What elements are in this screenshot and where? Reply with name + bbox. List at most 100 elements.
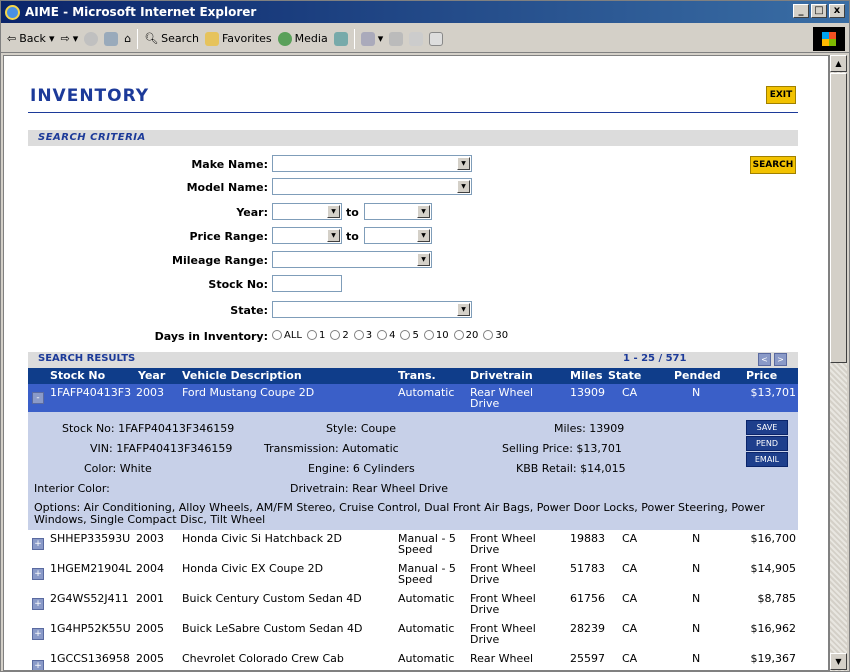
days-radio-1[interactable]: 1: [306, 330, 325, 341]
search-button[interactable]: 🔍︎ Search: [144, 32, 199, 45]
chevron-down-icon: ▼: [327, 205, 340, 218]
table-row[interactable]: + 1G4HP52K55U 2005 Buick LeSabre Custom …: [28, 620, 798, 648]
col-pended[interactable]: Pended: [674, 369, 721, 382]
stop-button[interactable]: [84, 31, 99, 46]
chevron-down-icon: ▼: [457, 180, 470, 193]
exit-button[interactable]: EXIT: [766, 86, 796, 104]
print-button[interactable]: [389, 31, 404, 46]
history-icon: [333, 31, 348, 46]
expand-toggle[interactable]: +: [32, 568, 44, 580]
days-radio-20[interactable]: 20: [453, 330, 478, 341]
table-row[interactable]: + 1GCCS136958 2005 Chevrolet Colorado Cr…: [28, 650, 798, 670]
results-count: 1 - 25 / 571: [623, 353, 687, 364]
search-criteria-header: SEARCH CRITERIA: [28, 130, 798, 146]
collapse-toggle[interactable]: -: [32, 392, 44, 404]
expand-toggle[interactable]: +: [32, 628, 44, 640]
expand-toggle[interactable]: +: [32, 660, 44, 670]
days-label: Days in Inventory:: [154, 330, 268, 343]
save-button[interactable]: SAVE: [746, 420, 788, 435]
mail-button[interactable]: ▾: [360, 31, 383, 46]
edit-button[interactable]: [409, 31, 424, 46]
next-page-button[interactable]: >: [774, 353, 787, 366]
prev-page-button[interactable]: <: [758, 353, 771, 366]
make-select[interactable]: ▼: [272, 155, 472, 172]
expand-toggle[interactable]: +: [32, 538, 44, 550]
price-label: Price Range:: [189, 230, 268, 243]
browser-window: AIME - Microsoft Internet Explorer _ □ x…: [0, 0, 850, 672]
toolbar-separator: [353, 28, 355, 49]
forward-button[interactable]: ⇨ ▾: [60, 32, 78, 45]
row-detail-panel: Stock No: 1FAFP40413F346159 VIN: 1FAFP40…: [28, 412, 798, 530]
chevron-down-icon: ▼: [457, 303, 470, 316]
mileage-select[interactable]: ▼: [272, 251, 432, 268]
back-button[interactable]: ⇦ Back ▾: [7, 32, 54, 45]
ie-logo-icon: [5, 4, 20, 20]
days-radio-2[interactable]: 2: [330, 330, 349, 341]
days-radio-all[interactable]: ALL: [272, 330, 302, 341]
col-stock[interactable]: Stock No: [50, 369, 105, 382]
state-select[interactable]: ▼: [272, 301, 472, 318]
col-state[interactable]: State: [608, 369, 641, 382]
expand-toggle[interactable]: +: [32, 598, 44, 610]
minimize-button[interactable]: _: [793, 4, 809, 18]
year-to-select[interactable]: ▼: [364, 203, 432, 220]
year-label: Year:: [236, 206, 268, 219]
year-from-select[interactable]: ▼: [272, 203, 342, 220]
price-from-select[interactable]: ▼: [272, 227, 342, 244]
days-radio-5[interactable]: 5: [400, 330, 419, 341]
scroll-up-icon[interactable]: ▲: [830, 55, 847, 72]
col-trans[interactable]: Trans.: [398, 369, 436, 382]
model-select[interactable]: ▼: [272, 178, 472, 195]
scroll-down-icon[interactable]: ▼: [830, 653, 847, 670]
days-radio-30[interactable]: 30: [483, 330, 508, 341]
vertical-scrollbar[interactable]: ▲ ▼: [829, 55, 847, 671]
price-to-label: to: [346, 230, 359, 243]
col-desc[interactable]: Vehicle Description: [182, 369, 302, 382]
days-radio-3[interactable]: 3: [353, 330, 372, 341]
days-radio-4[interactable]: 4: [377, 330, 395, 341]
year-to-label: to: [346, 206, 359, 219]
col-miles[interactable]: Miles: [570, 369, 603, 382]
col-drivetrain[interactable]: Drivetrain: [470, 369, 533, 382]
dropdown-icon: ▾: [72, 32, 79, 45]
days-radio-group: ALL 1 2 3 4 5 10 20 30: [272, 330, 508, 341]
stock-input[interactable]: [272, 275, 342, 292]
col-price[interactable]: Price: [746, 369, 777, 382]
col-year[interactable]: Year: [138, 369, 165, 382]
favorites-icon: [204, 31, 219, 46]
state-label: State:: [230, 304, 268, 317]
table-row[interactable]: + 1HGEM21904L 2004 Honda Civic EX Coupe …: [28, 560, 798, 588]
refresh-icon: [104, 31, 119, 46]
home-icon: ⌂: [124, 32, 132, 45]
chevron-down-icon: ▼: [417, 253, 430, 266]
page-viewport: INVENTORY EXIT SEARCH CRITERIA Make Name…: [3, 55, 829, 671]
maximize-button[interactable]: □: [811, 4, 827, 18]
results-table-header: Stock No Year Vehicle Description Trans.…: [28, 368, 798, 384]
make-label: Make Name:: [191, 158, 268, 171]
windows-logo-icon: [813, 27, 845, 51]
table-row[interactable]: + 2G4WS52J411 2001 Buick Century Custom …: [28, 590, 798, 618]
back-arrow-icon: ⇦: [7, 32, 17, 45]
refresh-button[interactable]: [104, 31, 119, 46]
scroll-thumb[interactable]: [830, 73, 847, 363]
forward-arrow-icon: ⇨: [60, 32, 70, 45]
home-button[interactable]: ⌂: [124, 32, 131, 45]
media-button[interactable]: Media: [277, 31, 328, 46]
model-label: Model Name:: [186, 181, 268, 194]
days-radio-10[interactable]: 10: [423, 330, 449, 341]
pend-button[interactable]: PEND: [746, 436, 788, 451]
price-to-select[interactable]: ▼: [364, 227, 432, 244]
page-title: INVENTORY: [30, 86, 150, 106]
discuss-button[interactable]: [429, 31, 444, 46]
table-row[interactable]: + SHHEP33593U 2003 Honda Civic Si Hatchb…: [28, 530, 798, 558]
mileage-label: Mileage Range:: [172, 254, 268, 267]
search-results-header: SEARCH RESULTS 1 - 25 / 571 < >: [28, 352, 798, 368]
favorites-button[interactable]: Favorites: [204, 31, 272, 46]
toolbar-separator: [137, 28, 139, 49]
stock-label: Stock No:: [208, 278, 268, 291]
search-submit-button[interactable]: SEARCH: [750, 156, 796, 174]
history-button[interactable]: [333, 31, 348, 46]
email-button[interactable]: EMAIL: [746, 452, 788, 467]
close-button[interactable]: x: [829, 4, 845, 18]
table-row[interactable]: - 1FAFP40413F3 2003 Ford Mustang Coupe 2…: [28, 384, 798, 412]
